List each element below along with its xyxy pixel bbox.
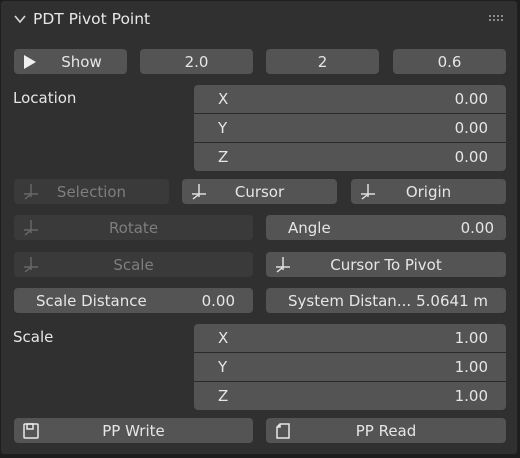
scale-distance-value: 0.00 [201, 291, 235, 310]
chevron-down-icon[interactable] [13, 12, 27, 26]
axis-value: 0.00 [454, 148, 488, 166]
grip-dots-icon[interactable] [489, 15, 505, 21]
angle-value: 0.00 [460, 218, 494, 237]
scale-button-label: Scale [113, 255, 154, 274]
selection-label: Selection [56, 182, 127, 201]
scale-label: Scale [13, 328, 54, 346]
show-button[interactable]: Show [14, 49, 127, 74]
cursor-crosshair-icon [192, 184, 206, 200]
location-vector: X 0.00 Y 0.00 Z 0.00 [194, 85, 506, 171]
axis-value: 0.00 [454, 119, 488, 137]
axis-label: Z [218, 387, 229, 405]
location-z-field[interactable]: Z 0.00 [194, 143, 506, 171]
axis-label: Y [218, 358, 228, 376]
axis-label: Z [218, 148, 229, 166]
scale-vector: X 1.00 Y 1.00 Z 1.00 [194, 324, 506, 410]
show-label: Show [61, 52, 102, 71]
scale-distance-field[interactable]: Scale Distance 0.00 [14, 288, 253, 313]
cursor-crosshair-icon [24, 184, 38, 200]
selection-button[interactable]: Selection [14, 179, 169, 204]
value3-field[interactable]: 0.6 [393, 49, 506, 74]
location-y-field[interactable]: Y 0.00 [194, 114, 506, 142]
cursor-button[interactable]: Cursor [182, 179, 337, 204]
scale-z-field[interactable]: Z 1.00 [194, 382, 506, 410]
scale-y-field[interactable]: Y 1.00 [194, 353, 506, 381]
system-distance-field[interactable]: System Distan... 5.0641 m [266, 288, 506, 313]
axis-label: X [218, 90, 229, 108]
angle-field[interactable]: Angle 0.00 [266, 215, 506, 240]
angle-label: Angle [288, 218, 331, 237]
rotate-button[interactable]: Rotate [14, 215, 253, 240]
axis-label: X [218, 329, 229, 347]
cursor-to-pivot-button[interactable]: Cursor To Pivot [266, 252, 506, 277]
pp-write-label: PP Write [102, 421, 165, 440]
value3-text: 0.6 [437, 52, 462, 71]
system-distance-label: System Distan... [288, 291, 412, 310]
cursor-crosshair-icon [276, 257, 290, 273]
axis-value: 1.00 [454, 387, 488, 405]
play-icon [24, 55, 36, 69]
scale-x-field[interactable]: X 1.00 [194, 324, 506, 352]
axis-value: 0.00 [454, 90, 488, 108]
origin-label: Origin [405, 182, 452, 201]
pp-write-button[interactable]: PP Write [14, 418, 253, 443]
axis-value: 1.00 [454, 358, 488, 376]
value2-field[interactable]: 2 [266, 49, 379, 74]
value1-field[interactable]: 2.0 [140, 49, 253, 74]
axis-label: Y [218, 119, 228, 137]
cursor-crosshair-icon [24, 257, 38, 273]
cursor-crosshair-icon [361, 184, 375, 200]
save-icon [23, 423, 39, 439]
value1-text: 2.0 [184, 52, 209, 71]
origin-button[interactable]: Origin [351, 179, 506, 204]
scale-distance-label: Scale Distance [36, 291, 147, 310]
scale-button[interactable]: Scale [14, 252, 253, 277]
file-icon [276, 423, 290, 439]
pdt-pivot-point-panel: PDT Pivot Point Show 2.0 2 0.6 Location … [0, 0, 518, 455]
cursor-crosshair-icon [24, 220, 38, 236]
cursor-to-pivot-label: Cursor To Pivot [330, 255, 442, 274]
location-x-field[interactable]: X 0.00 [194, 85, 506, 113]
pp-read-label: PP Read [355, 421, 417, 440]
cursor-label: Cursor [234, 182, 285, 201]
axis-value: 1.00 [454, 329, 488, 347]
location-label: Location [13, 89, 77, 107]
rotate-label: Rotate [108, 218, 159, 237]
pp-read-button[interactable]: PP Read [266, 418, 506, 443]
system-distance-value: 5.0641 m [416, 291, 488, 310]
value2-text: 2 [317, 52, 328, 71]
panel-title[interactable]: PDT Pivot Point [33, 10, 150, 28]
